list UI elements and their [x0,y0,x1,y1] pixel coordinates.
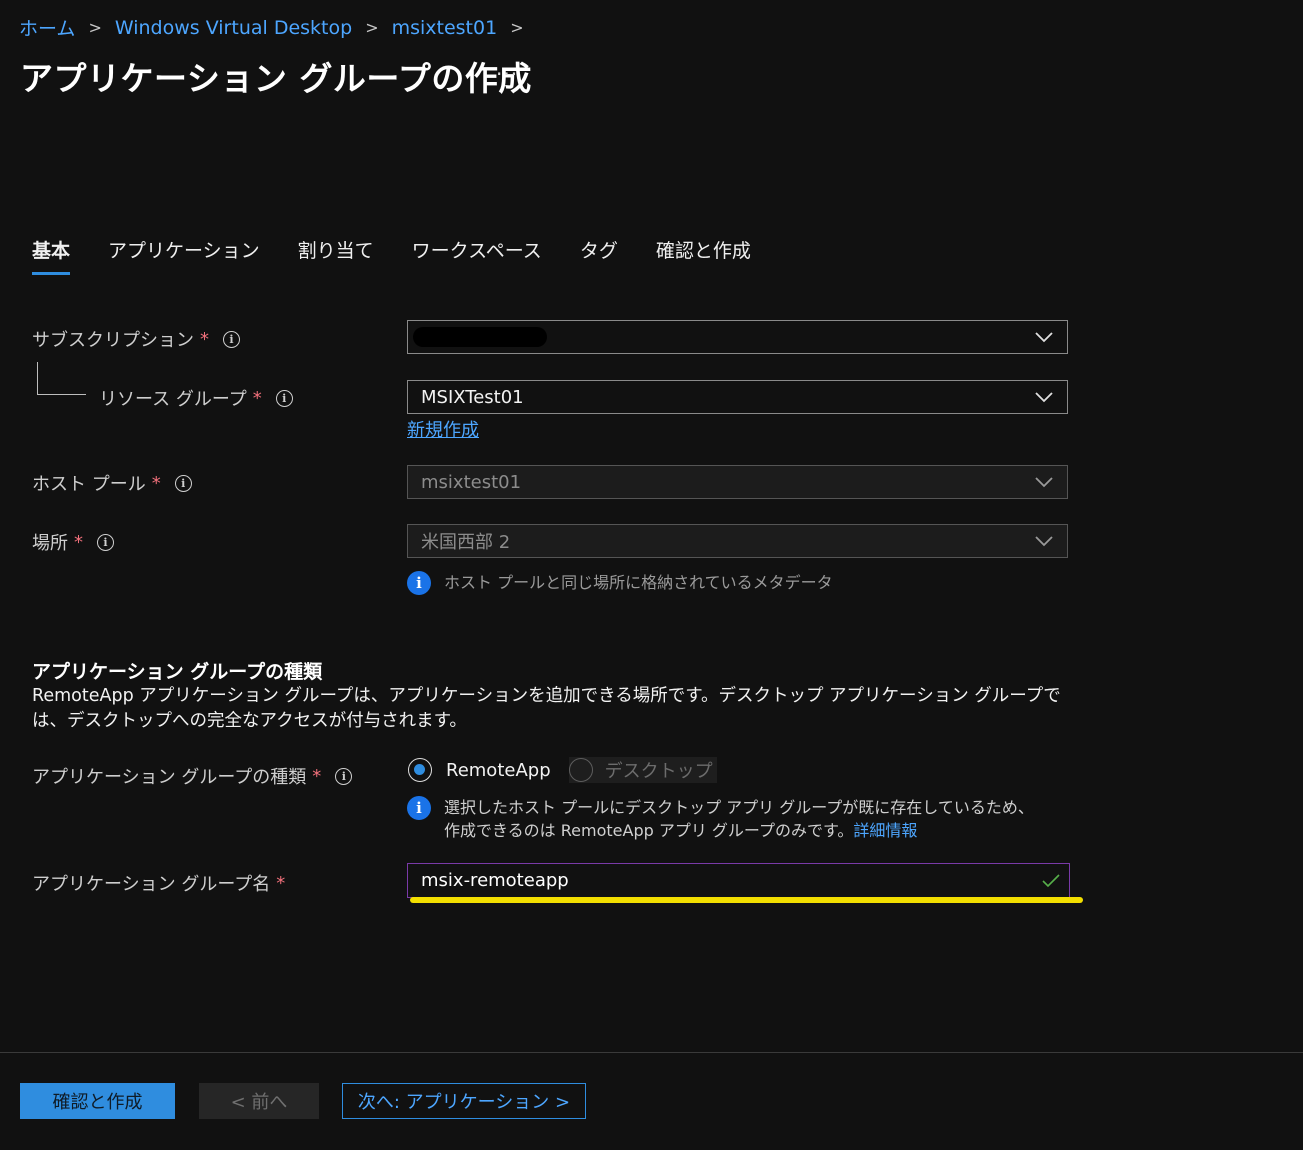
location-note-text: ホスト プールと同じ場所に格納されているメタデータ [444,573,833,592]
group-type-heading: アプリケーション グループの種類 [32,661,323,683]
review-create-button[interactable]: 確認と作成 [20,1083,175,1119]
breadcrumb-home[interactable]: ホーム [19,14,75,41]
chevron-down-icon [1035,536,1053,547]
footer-divider [0,1052,1303,1053]
resource-group-label-text: リソース グループ [99,389,247,410]
location-label-text: 場所 [32,533,68,554]
tab-tags[interactable]: タグ [580,236,618,275]
tab-bar: 基本 アプリケーション 割り当て ワークスペース タグ 確認と作成 [32,236,789,275]
redacted-value [413,327,547,347]
next-button[interactable]: 次へ: アプリケーション > [342,1083,586,1119]
checkmark-icon [1042,874,1060,888]
tab-applications[interactable]: アプリケーション [108,236,260,275]
host-pool-label-text: ホスト プール [32,474,146,495]
resource-group-value: MSIXTest01 [421,386,524,408]
location-label: 場所 * i [32,529,114,555]
group-type-label-text: アプリケーション グループの種類 [32,767,307,788]
location-select: 米国西部 2 [407,524,1068,558]
chevron-right-icon: > [88,18,102,37]
group-name-input[interactable]: msix-remoteapp [407,863,1070,898]
required-mark: * [200,328,209,350]
group-type-note-body: 選択したホスト プールにデスクトップ アプリ グループが既に存在しているため、作… [444,798,1034,840]
chevron-down-icon [1035,332,1053,343]
required-mark: * [252,387,262,409]
group-name-label: アプリケーション グループ名 * [32,870,285,896]
page: ホーム > Windows Virtual Desktop > msixtest… [0,0,1303,1150]
learn-more-link[interactable]: 詳細情報 [853,821,917,840]
location-note: i ホスト プールと同じ場所に格納されているメタデータ [407,571,833,595]
required-mark: * [151,472,161,494]
previous-button: < 前へ [199,1083,319,1119]
subscription-select[interactable] [407,320,1068,354]
group-name-value: msix-remoteapp [421,870,569,891]
group-type-note-text: 選択したホスト プールにデスクトップ アプリ グループが既に存在しているため、作… [444,796,1047,842]
radio-dot [408,758,432,782]
group-name-label-text: アプリケーション グループ名 [32,874,271,895]
highlight-underline [410,897,1083,903]
group-type-label: アプリケーション グループの種類 * i [32,763,353,789]
chevron-down-icon [1035,477,1053,488]
breadcrumb-hostpool[interactable]: msixtest01 [392,17,498,39]
resource-group-label: リソース グループ * i [99,385,293,411]
info-icon[interactable]: i [275,389,293,407]
radio-dot [568,758,593,782]
group-type-description: RemoteApp アプリケーション グループは、アプリケーションを追加できる場… [32,686,1061,731]
host-pool-value: msixtest01 [421,471,522,493]
tab-assignments[interactable]: 割り当て [298,236,374,275]
required-mark: * [312,765,322,787]
subscription-label: サブスクリプション * i [32,326,240,352]
radio-remoteapp[interactable]: RemoteApp [408,758,551,782]
chevron-right-icon: > [365,18,379,37]
required-mark: * [276,872,286,894]
info-icon[interactable]: i [97,533,114,551]
more-options-icon[interactable]: ··· [496,62,518,86]
chevron-right-icon: > [510,18,524,37]
chevron-down-icon [1035,392,1053,403]
breadcrumb-wvd[interactable]: Windows Virtual Desktop [115,17,352,39]
tab-basics[interactable]: 基本 [32,236,71,275]
info-icon[interactable]: i [335,767,353,785]
info-icon[interactable]: i [223,330,240,348]
info-filled-icon: i [407,796,431,820]
radio-desktop: デスクトップ [568,757,717,783]
host-pool-label: ホスト プール * i [32,470,192,496]
host-pool-select: msixtest01 [407,465,1068,499]
resource-group-select[interactable]: MSIXTest01 [407,380,1068,414]
breadcrumb: ホーム > Windows Virtual Desktop > msixtest… [19,14,537,41]
page-title: アプリケーション グループの作成 [20,59,532,98]
subscription-label-text: サブスクリプション [32,330,194,351]
radio-desktop-label: デスクトップ [604,761,713,782]
tree-connector [37,362,86,395]
group-type-radio-group: RemoteApp デスクトップ [408,757,735,783]
info-filled-icon: i [407,571,431,595]
create-new-link[interactable]: 新規作成 [407,416,479,442]
group-type-note: i 選択したホスト プールにデスクトップ アプリ グループが既に存在しているため… [407,796,1047,842]
radio-remoteapp-label: RemoteApp [446,759,551,781]
tab-review-create[interactable]: 確認と作成 [656,236,751,275]
required-mark: * [74,531,83,553]
info-icon[interactable]: i [174,474,192,492]
tab-workspace[interactable]: ワークスペース [412,236,542,275]
location-value: 米国西部 2 [421,532,511,553]
